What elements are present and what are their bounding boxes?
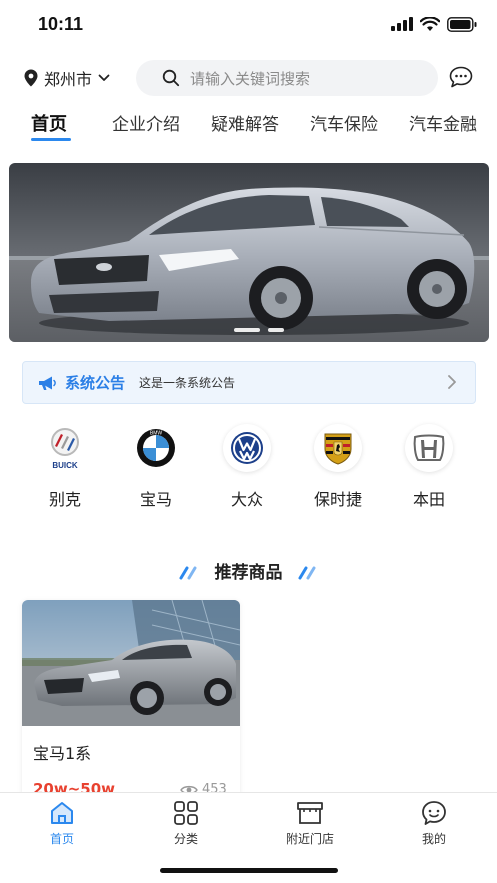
stripes-left-icon (179, 566, 197, 580)
brand-name-bmw: 宝马 (139, 490, 172, 509)
banner-car-image (9, 163, 489, 342)
category-icon (174, 801, 198, 825)
brand-item-buick[interactable]: BUICK 别克 (25, 424, 105, 510)
chevron-right-icon (448, 375, 456, 389)
tab-car-insurance[interactable]: 汽车保险 (310, 110, 378, 135)
brand-name-volkswagen: 大众 (230, 490, 263, 509)
tabbar-label-profile: 我的 (421, 832, 446, 846)
tabbar-item-nearby-stores[interactable]: 附近门店 (270, 800, 350, 847)
brand-grid: BUICK 别克 BMW 宝马 大众 保时捷 本田 (0, 424, 497, 514)
message-icon[interactable] (449, 66, 473, 88)
section-title: 推荐商品 (214, 563, 283, 583)
brand-name-buick: 别克 (48, 490, 81, 509)
notice-text: 这是一条系统公告 (139, 376, 236, 390)
carousel-dot[interactable] (268, 328, 284, 332)
signal-icon (391, 17, 413, 31)
brand-item-bmw[interactable]: BMW 宝马 (116, 424, 196, 510)
brand-item-porsche[interactable]: 保时捷 (298, 424, 378, 510)
brand-item-honda[interactable]: 本田 (389, 424, 469, 510)
city-label: 郑州市 (44, 70, 93, 89)
bmw-logo-text: BMW (150, 431, 163, 437)
brand-item-volkswagen[interactable]: 大众 (207, 424, 287, 510)
tab-home[interactable]: 首页 (31, 110, 67, 136)
buick-logo-text: BUICK (52, 461, 78, 470)
tab-faq[interactable]: 疑难解答 (211, 110, 279, 135)
home-indicator[interactable] (160, 868, 338, 873)
search-input[interactable]: 请输入关键词搜索 (136, 60, 438, 96)
notice-title: 系统公告 (65, 374, 126, 392)
tabbar-label-home: 首页 (49, 832, 74, 846)
stripes-right-icon (298, 566, 316, 580)
status-time: 10:11 (38, 14, 84, 34)
bmw-logo: BMW (132, 424, 180, 472)
honda-logo (405, 424, 453, 472)
city-selector[interactable]: 郑州市 (24, 66, 110, 90)
product-title: 宝马1系 (33, 744, 92, 763)
top-bar: 郑州市 请输入关键词搜索 (0, 58, 497, 98)
carousel-indicators (9, 328, 489, 332)
status-icons (391, 15, 477, 33)
location-pin-icon (24, 69, 38, 87)
search-icon (162, 69, 180, 87)
section-heading: 推荐商品 (0, 558, 497, 583)
product-image (22, 600, 240, 726)
home-icon (51, 802, 73, 824)
buick-logo: BUICK (41, 424, 89, 472)
tabbar-label-category: 分类 (173, 832, 198, 846)
porsche-logo (314, 424, 362, 472)
carousel-dot-active[interactable] (234, 328, 260, 332)
wifi-icon (420, 16, 440, 31)
store-icon (297, 802, 323, 824)
tabbar-item-profile[interactable]: 我的 (394, 800, 474, 847)
brand-name-porsche: 保时捷 (313, 490, 362, 509)
profile-icon (422, 801, 446, 825)
chevron-down-icon (98, 74, 110, 81)
tabbar-item-category[interactable]: 分类 (146, 800, 226, 847)
category-tabs: 首页 企业介绍 疑难解答 汽车保险 汽车金融 (0, 106, 497, 146)
battery-icon (447, 16, 477, 32)
tab-company-intro[interactable]: 企业介绍 (112, 110, 180, 135)
tabbar-item-home[interactable]: 首页 (22, 800, 102, 847)
search-placeholder: 请输入关键词搜索 (190, 69, 311, 88)
brand-name-honda: 本田 (412, 490, 445, 509)
product-card[interactable]: 宝马1系 20w~50w 453 (22, 600, 240, 800)
system-notice[interactable]: 系统公告 这是一条系统公告 (22, 361, 476, 404)
status-bar: 10:11 (0, 0, 497, 50)
tabbar-label-nearby-stores: 附近门店 (285, 832, 334, 846)
tab-car-finance[interactable]: 汽车金融 (409, 110, 477, 135)
banner-carousel[interactable] (9, 163, 489, 342)
volkswagen-logo (223, 424, 271, 472)
tab-active-indicator (31, 138, 71, 141)
megaphone-icon (39, 376, 56, 390)
